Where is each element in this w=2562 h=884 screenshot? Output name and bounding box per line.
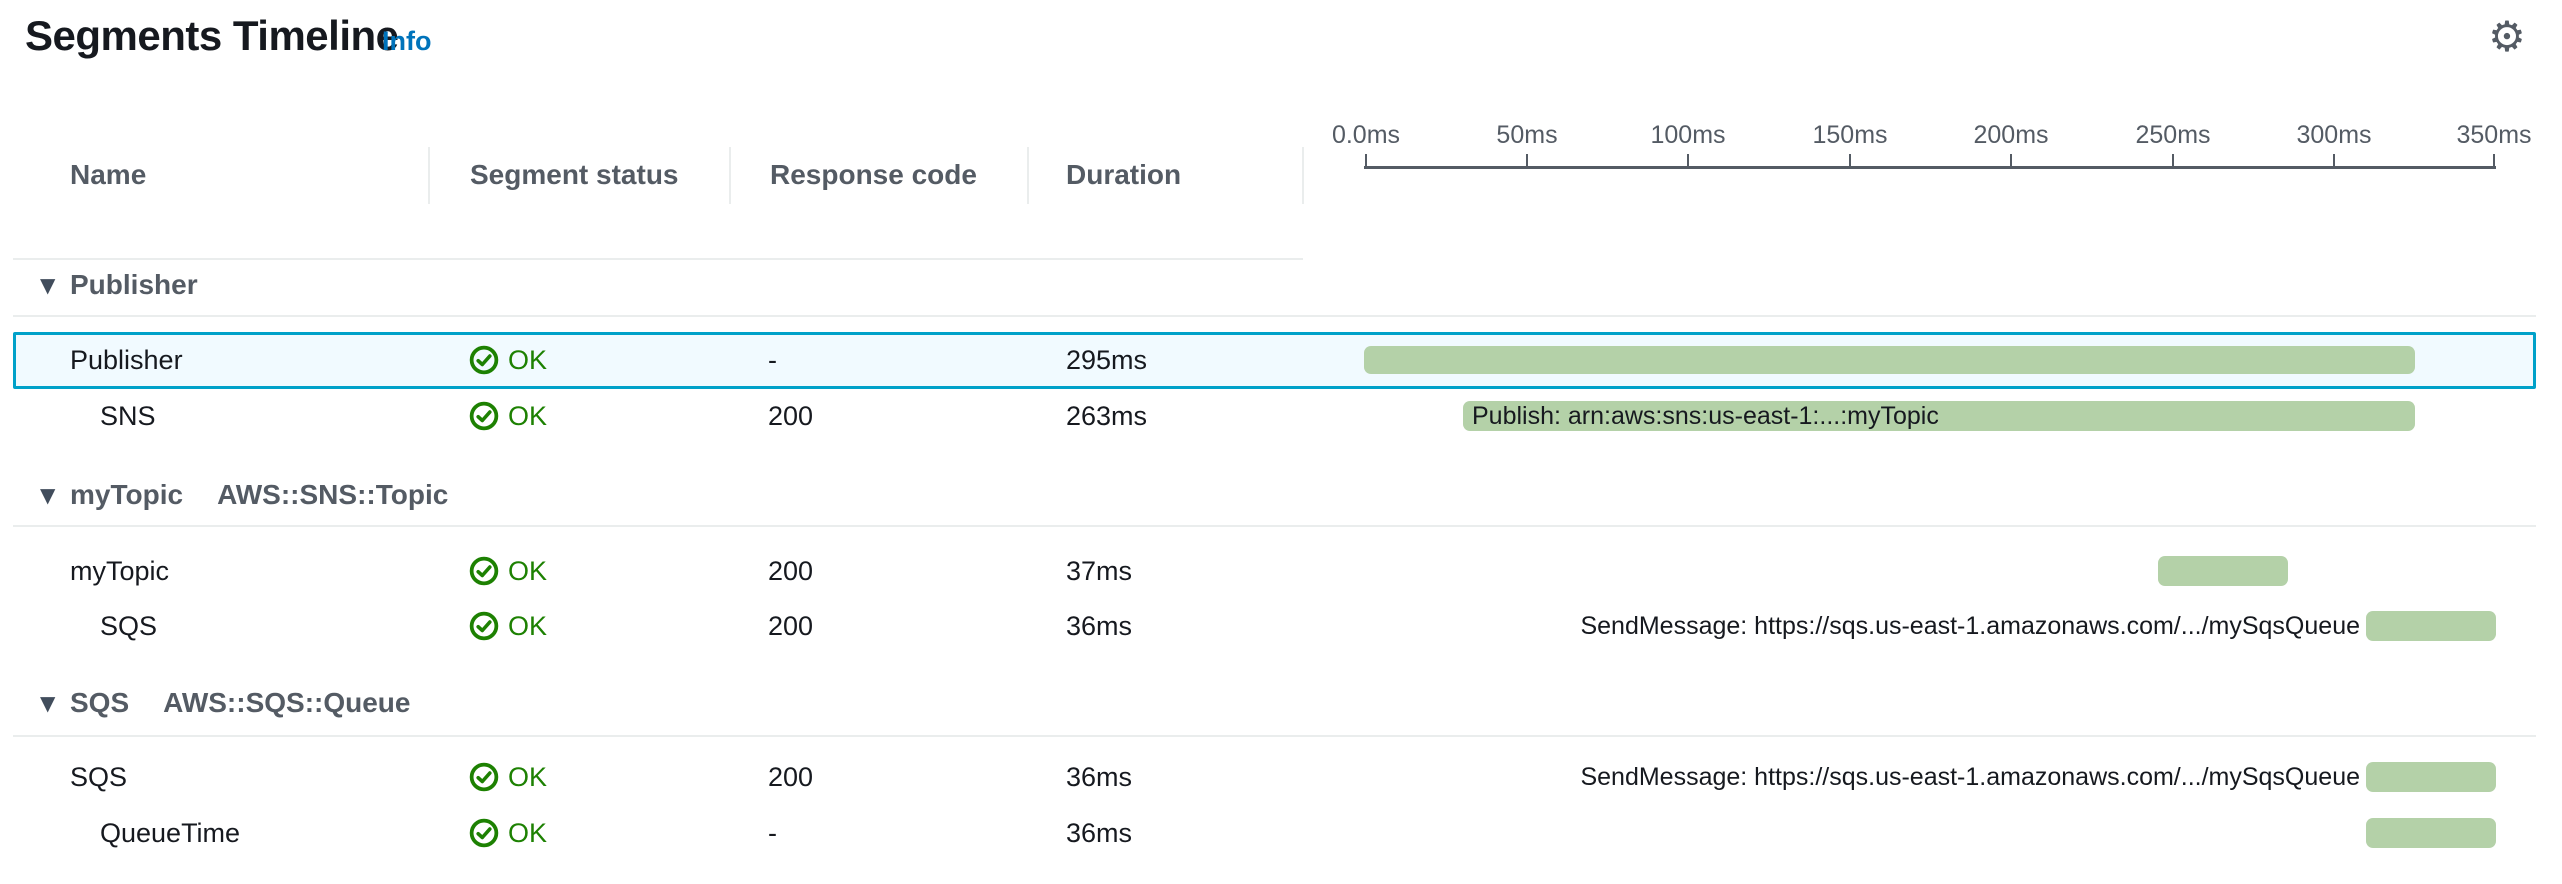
segment-name: SQS: [70, 749, 127, 805]
check-circle-icon: [469, 762, 499, 792]
response-code: -: [768, 332, 777, 388]
group-divider: [13, 315, 2536, 317]
table-row-sqs[interactable]: SQS OK 200 36ms SendMessage: https://sqs…: [0, 598, 2562, 654]
axis-tick-label: 0.0ms: [1332, 121, 1400, 150]
triangle-down-icon: ▼: [40, 273, 70, 297]
group-divider: [13, 735, 2536, 737]
segment-name: SNS: [100, 388, 156, 444]
gear-icon[interactable]: ⚙: [2482, 12, 2532, 62]
column-separator: [729, 147, 731, 204]
column-header-segment-status: Segment status: [470, 160, 679, 190]
group-type: AWS::SNS::Topic: [217, 479, 448, 511]
status-text: OK: [508, 598, 547, 654]
timeline-bar[interactable]: [2366, 762, 2496, 792]
timeline-bar-label: Publish: arn:aws:sns:us-east-1:...:myTop…: [1463, 401, 2415, 431]
table-row-sqs-2[interactable]: SQS OK 200 36ms SendMessage: https://sqs…: [0, 749, 2562, 805]
segment-name: myTopic: [70, 543, 169, 599]
status-text: OK: [508, 749, 547, 805]
check-circle-icon: [469, 401, 499, 431]
axis-tick-label: 250ms: [2135, 121, 2210, 150]
table-row-sns[interactable]: SNS OK 200 263ms Publish: arn:aws:sns:us…: [0, 388, 2562, 444]
duration: 36ms: [1066, 749, 1132, 805]
axis-tick-label: 350ms: [2456, 121, 2531, 150]
group-divider: [13, 525, 2536, 527]
duration: 37ms: [1066, 543, 1132, 599]
table-row-mytopic[interactable]: myTopic OK 200 37ms: [0, 543, 2562, 599]
axis-tick-label: 50ms: [1496, 121, 1557, 150]
axis-tick: [1526, 154, 1528, 167]
axis-tick: [1365, 154, 1367, 167]
status-text: OK: [508, 805, 547, 861]
segment-name: Publisher: [70, 332, 183, 388]
segments-timeline-panel: Segments Timeline Info ⚙ Name Segment st…: [0, 0, 2562, 884]
column-header-response-code: Response code: [770, 160, 977, 190]
check-circle-icon: [469, 556, 499, 586]
axis-tick-label: 300ms: [2296, 121, 2371, 150]
duration: 36ms: [1066, 598, 1132, 654]
timeline-bar-label: SendMessage: https://sqs.us-east-1.amazo…: [1580, 598, 2360, 654]
axis-tick-label: 200ms: [1973, 121, 2048, 150]
group-name: Publisher: [70, 269, 198, 301]
axis-tick-label: 100ms: [1650, 121, 1725, 150]
segment-status: OK: [469, 388, 547, 444]
response-code: 200: [768, 749, 813, 805]
table-header-rule: [13, 258, 1303, 260]
response-code: 200: [768, 543, 813, 599]
status-text: OK: [508, 332, 547, 388]
timeline-bar[interactable]: [1364, 346, 2415, 374]
axis-tick-label: 150ms: [1812, 121, 1887, 150]
triangle-down-icon: ▼: [40, 483, 70, 507]
segment-status: OK: [469, 598, 547, 654]
timeline-axis-baseline: [1364, 166, 2496, 169]
axis-tick: [2333, 154, 2335, 167]
status-text: OK: [508, 543, 547, 599]
duration: 263ms: [1066, 388, 1147, 444]
table-row-publisher[interactable]: Publisher OK - 295ms: [0, 332, 2562, 388]
segment-name: QueueTime: [100, 805, 240, 861]
segment-status: OK: [469, 332, 547, 388]
duration: 295ms: [1066, 332, 1147, 388]
group-header-mytopic[interactable]: ▼ myTopic AWS::SNS::Topic: [40, 478, 448, 512]
column-separator: [1027, 147, 1029, 204]
group-name: SQS: [70, 687, 129, 719]
group-type: AWS::SQS::Queue: [163, 687, 410, 719]
timeline-bar[interactable]: Publish: arn:aws:sns:us-east-1:...:myTop…: [1463, 401, 2415, 431]
check-circle-icon: [469, 345, 499, 375]
response-code: 200: [768, 388, 813, 444]
timeline-bar[interactable]: [2158, 556, 2288, 586]
timeline-axis: 0.0ms 50ms 100ms 150ms 200ms 250ms 300ms…: [1365, 128, 2495, 169]
info-link[interactable]: Info: [382, 26, 431, 57]
group-header-publisher[interactable]: ▼ Publisher: [40, 268, 198, 302]
timeline-bar[interactable]: [2366, 611, 2496, 641]
response-code: 200: [768, 598, 813, 654]
group-name: myTopic: [70, 479, 183, 511]
check-circle-icon: [469, 611, 499, 641]
segment-status: OK: [469, 543, 547, 599]
segment-name: SQS: [100, 598, 157, 654]
group-header-sqs[interactable]: ▼ SQS AWS::SQS::Queue: [40, 686, 410, 720]
status-text: OK: [508, 388, 547, 444]
segment-status: OK: [469, 749, 547, 805]
axis-tick: [1687, 154, 1689, 167]
duration: 36ms: [1066, 805, 1132, 861]
axis-tick: [2493, 154, 2495, 167]
timeline-bar-label: SendMessage: https://sqs.us-east-1.amazo…: [1580, 749, 2360, 805]
timeline-bar[interactable]: [2366, 818, 2496, 848]
column-separator: [428, 147, 430, 204]
axis-tick: [2172, 154, 2174, 167]
axis-tick: [2010, 154, 2012, 167]
segment-status: OK: [469, 805, 547, 861]
column-header-duration: Duration: [1066, 160, 1181, 190]
axis-tick: [1849, 154, 1851, 167]
check-circle-icon: [469, 818, 499, 848]
column-header-name: Name: [70, 160, 146, 190]
column-separator: [1302, 147, 1304, 204]
triangle-down-icon: ▼: [40, 691, 70, 715]
response-code: -: [768, 805, 777, 861]
table-row-queuetime[interactable]: QueueTime OK - 36ms: [0, 805, 2562, 861]
page-title: Segments Timeline: [25, 12, 399, 60]
